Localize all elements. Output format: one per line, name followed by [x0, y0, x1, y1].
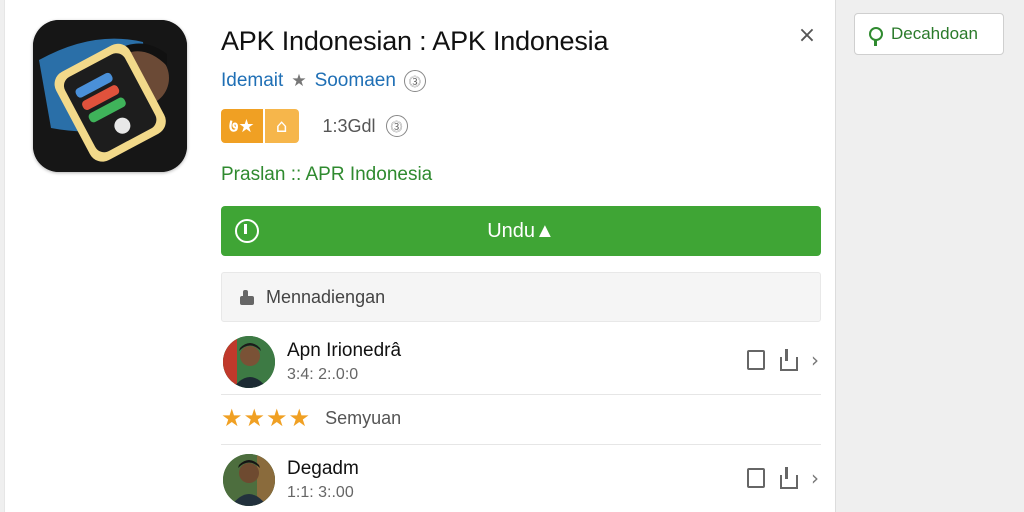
stars-label: Semyuan [325, 407, 402, 428]
share-icon[interactable] [779, 349, 798, 371]
reviews-section-header[interactable]: Mennadiengan [221, 272, 821, 322]
share-icon[interactable] [779, 467, 798, 489]
review-date: 1:1: 3:.00 [287, 484, 354, 501]
review-item[interactable]: Apn Irionedrâ 3:4: 2:.0:0 › [221, 334, 821, 390]
package-label: Praslan :: APR Indonesia [221, 164, 433, 185]
sidebar-button-label: Decahdoan [891, 24, 978, 43]
star-icon: ★ [291, 71, 307, 90]
review-author: Degadm [287, 458, 359, 479]
app-wallet-icon[interactable] [33, 20, 187, 172]
rating-badge: ७★ ⌂ [221, 109, 299, 143]
developer-row: Idemait ★ Soomaen ⓷ [221, 68, 426, 94]
divider [221, 444, 821, 445]
sidebar-button[interactable]: Decahdoan [854, 13, 1004, 55]
chevron-right-icon[interactable]: › [811, 348, 819, 372]
category-link[interactable]: Soomaen [315, 70, 396, 92]
app-size: 1:3Gdl [322, 115, 376, 136]
star-rating-icons: ★★★★ [221, 404, 312, 432]
review-author: Apn Irionedrâ [287, 340, 402, 361]
review-item[interactable]: Degadm 1:1: 3:.00 › [221, 452, 821, 508]
chevron-right-icon[interactable]: › [811, 466, 819, 490]
section-label: Mennadiengan [266, 286, 386, 307]
rating-row: ७★ ⌂ 1:3Gdl ⓷ [221, 108, 408, 144]
download-icon [235, 219, 259, 243]
avatar [223, 454, 275, 506]
home-icon: ⌂ [262, 109, 299, 143]
copy-icon[interactable] [747, 468, 765, 488]
app-detail-card: APK Indonesian : APK Indonesia × Idemait… [4, 0, 836, 512]
location-pin-icon [869, 27, 883, 46]
copy-icon[interactable] [747, 350, 765, 370]
developer-link[interactable]: Idemait [221, 70, 283, 92]
divider [221, 394, 821, 395]
review-actions: › [747, 466, 819, 490]
review-actions: › [747, 348, 819, 372]
stars-row: ★★★★ Semyuan [221, 400, 401, 436]
download-button[interactable]: Undu▲ [221, 206, 821, 256]
review-date: 3:4: 2:.0:0 [287, 366, 359, 383]
download-label: Undu▲ [487, 219, 555, 242]
size-info-icon[interactable]: ⓷ [385, 115, 408, 137]
rating-badge-stars: ७★ [221, 109, 263, 143]
info-icon[interactable]: ⓷ [403, 70, 426, 92]
thumbs-up-icon [238, 288, 256, 306]
avatar [223, 336, 275, 388]
close-button[interactable]: × [793, 22, 821, 50]
app-title: APK Indonesian : APK Indonesia [221, 26, 609, 56]
